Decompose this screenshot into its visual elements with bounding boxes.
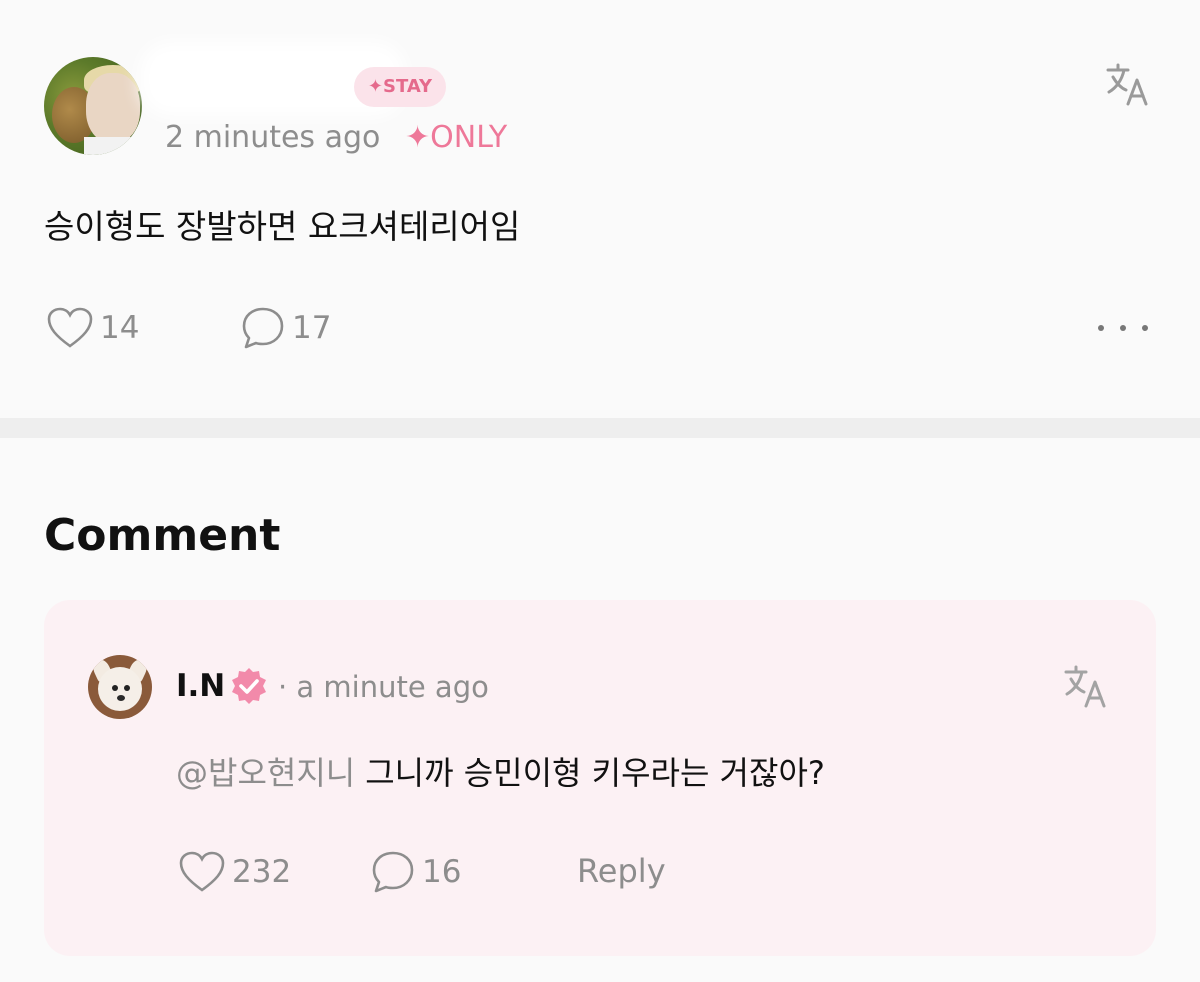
- like-count: 14: [100, 310, 140, 346]
- heart-icon: [47, 307, 93, 348]
- section-divider: [0, 418, 1200, 438]
- comment-timestamp: · a minute ago: [278, 670, 489, 704]
- dot: [1120, 325, 1126, 331]
- shirt-graphic: [84, 137, 142, 155]
- fox-face-graphic: [98, 667, 142, 711]
- translate-icon[interactable]: [1104, 60, 1152, 108]
- speech-bubble-icon: [372, 851, 414, 893]
- stay-membership-badge: ✦STAY: [354, 67, 446, 107]
- post-author-avatar[interactable]: [44, 57, 142, 155]
- speech-bubble-icon: [242, 307, 284, 349]
- post-text: 승이형도 장발하면 요크셔테리어임: [44, 207, 521, 246]
- more-options-icon[interactable]: [1098, 318, 1148, 338]
- mention-link[interactable]: @밥오현지니: [176, 754, 355, 792]
- fox-eye: [124, 685, 130, 691]
- comment-count: 17: [292, 310, 332, 346]
- face-graphic: [86, 73, 140, 143]
- comment-reply-count: 16: [422, 854, 462, 890]
- comment-message: 그니까 승민이형 키우라는 거잖아?: [365, 754, 825, 792]
- heart-icon: [179, 851, 225, 892]
- comment-like-button[interactable]: 232: [178, 850, 291, 894]
- post-timestamp: 2 minutes ago: [165, 120, 381, 155]
- translate-icon[interactable]: [1062, 662, 1110, 710]
- commenter-avatar[interactable]: [88, 655, 152, 719]
- fox-eye: [112, 685, 118, 691]
- comment-like-count: 232: [232, 854, 292, 890]
- reply-button[interactable]: Reply: [577, 852, 666, 890]
- fox-nose: [117, 695, 125, 701]
- dot: [1098, 325, 1104, 331]
- only-audience-badge: ✦ONLY: [405, 120, 508, 155]
- like-button[interactable]: 14: [46, 306, 139, 350]
- comment-replies-button[interactable]: 16: [370, 850, 461, 894]
- dot: [1142, 325, 1148, 331]
- comment-text: @밥오현지니 그니까 승민이형 키우라는 거잖아?: [176, 748, 825, 794]
- commenter-name[interactable]: I.N: [176, 668, 225, 704]
- comment-button[interactable]: 17: [240, 306, 331, 350]
- post-card: ✦STAY 2 minutes ago ✦ONLY 승이형도 장발하면 요크셔테…: [0, 0, 1200, 418]
- comment-section-title: Comment: [44, 510, 281, 561]
- verified-badge-icon: [228, 666, 270, 708]
